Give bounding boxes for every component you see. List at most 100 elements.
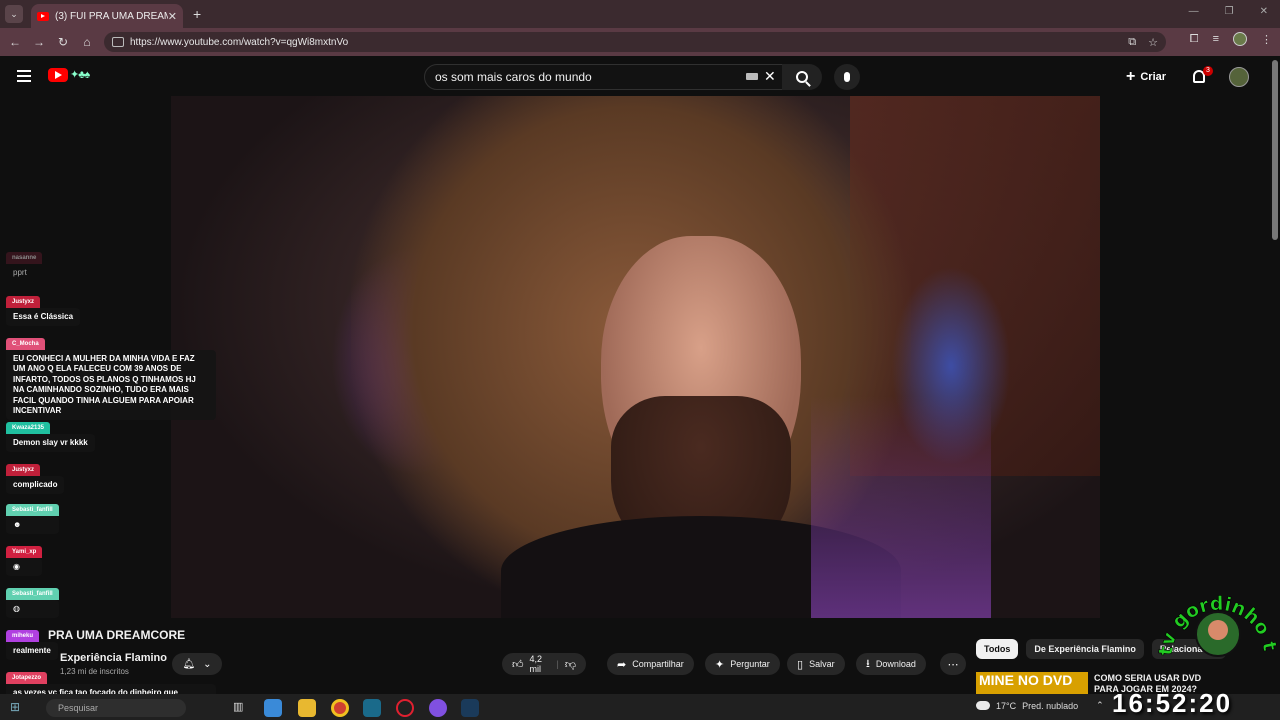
chat-text: pprt [13, 268, 27, 277]
plus-icon: + [1126, 68, 1136, 85]
youtube-favicon-icon [37, 11, 49, 21]
thumbs-down-icon[interactable]: 👎︎ [565, 658, 576, 671]
chat-username: Sebasti_fanfill [6, 504, 59, 516]
browser-tab-strip: ⌄ (3) FUI PRA UMA DREAMCORE ✕ + — ❐ ✕ [0, 0, 1280, 28]
ask-button[interactable]: ✦ Perguntar [705, 653, 780, 675]
sparkle-icon: ✦ [715, 658, 725, 671]
store-app-icon[interactable] [264, 699, 282, 717]
taskbar-search[interactable]: Pesquisar [46, 699, 186, 717]
save-label: Salvar [809, 659, 835, 669]
video-player[interactable] [171, 96, 1100, 618]
restore-icon[interactable]: ❐ [1225, 6, 1234, 17]
chat-text: Essa é Clássica [6, 308, 81, 327]
youtube-header: ✦♣♠ os som mais caros do mundo ✕ + Criar… [0, 56, 1280, 96]
bookmark-star-icon[interactable]: ☆ [1148, 36, 1158, 49]
share-icon: ➦ [617, 658, 627, 671]
back-icon[interactable]: ← [3, 35, 27, 49]
create-button[interactable]: + Criar [1126, 66, 1166, 88]
start-icon[interactable]: ⊞ [10, 700, 20, 714]
tab-youtube[interactable]: (3) FUI PRA UMA DREAMCORE ✕ [31, 4, 183, 28]
account-avatar[interactable] [1229, 67, 1249, 87]
search-button[interactable] [782, 64, 822, 90]
reload-icon[interactable]: ↻ [51, 35, 75, 49]
home-icon[interactable]: ⌂ [75, 35, 99, 49]
temperature: 17°C [996, 700, 1017, 711]
more-actions-button[interactable]: ⋯ [940, 653, 966, 675]
chat-username: miheku [6, 630, 40, 642]
tab-search-button[interactable]: ⌄ [5, 5, 23, 23]
tab-title: (3) FUI PRA UMA DREAMCORE [55, 10, 168, 22]
weather-condition: Pred. nublado [1022, 700, 1079, 711]
site-info-icon[interactable] [112, 37, 124, 47]
chat-message: C_Mocha EU CONHECI A MULHER DA MINHA VID… [6, 332, 216, 421]
download-label: Download [875, 659, 916, 669]
video-title: PRA UMA DREAMCORE [48, 628, 186, 642]
clear-search-icon[interactable]: ✕ [764, 68, 776, 85]
steam-icon[interactable] [461, 699, 479, 717]
search-query-text: os som mais caros do mundo [435, 70, 592, 84]
window-controls: — ❐ ✕ [1189, 6, 1268, 17]
download-button[interactable]: ⭳ Download [856, 653, 926, 675]
chat-emote: ☻ [6, 516, 59, 535]
like-button[interactable]: 👍︎ 4,2 mil | 👎︎ [502, 653, 586, 675]
extensions-icon[interactable]: ⧠ [1190, 33, 1199, 46]
channel-name[interactable]: Experiência Flamino [60, 652, 167, 664]
related-video-thumbnail[interactable]: MINE NO DVD [976, 672, 1088, 694]
file-explorer-icon[interactable] [298, 699, 316, 717]
forward-icon[interactable]: → [27, 35, 51, 49]
overlay-clock: 16:52:20 [1112, 688, 1233, 718]
chat-text: realmente [6, 642, 58, 661]
youtube-logo[interactable] [48, 68, 68, 82]
chip-all[interactable]: Todos [976, 639, 1019, 659]
chat-message: Justyxz Essa é Clássica [6, 290, 81, 327]
weather-widget[interactable]: 17°C Pred. nublado ⌃ [976, 700, 1104, 711]
ask-label: Perguntar [730, 659, 770, 669]
browser-toolbar: ← → ↻ ⌂ https://www.youtube.com/watch?v=… [0, 28, 1280, 56]
chat-username: Kwaza2135 [6, 422, 51, 434]
discord-icon[interactable] [429, 699, 447, 717]
chat-message: Sebasti_fanfill ☻ [6, 498, 59, 535]
chrome-icon[interactable] [331, 699, 349, 717]
bell-icon: 🔔︎ [182, 658, 196, 670]
channel-watermark-logo: tv gordinho tv gordinho [1158, 570, 1278, 657]
share-label: Compartilhar [632, 659, 684, 669]
minimize-icon[interactable]: — [1189, 6, 1199, 17]
subscriber-count: 1,23 mi de inscritos [60, 667, 129, 676]
chat-text: Demon slay vr kkkk [6, 434, 95, 453]
profile-avatar[interactable] [1233, 32, 1247, 46]
voice-search-button[interactable] [834, 64, 860, 90]
hamburger-menu-icon[interactable] [17, 70, 31, 82]
search-input[interactable]: os som mais caros do mundo [424, 64, 786, 90]
opera-icon[interactable] [396, 699, 414, 717]
chat-text: EU CONHECI A MULHER DA MINHA VIDA E FAZ … [6, 350, 216, 421]
chat-username: Justyxz [6, 464, 41, 476]
task-view-icon[interactable]: ▥ [233, 700, 243, 713]
browser-menu-icon[interactable]: ⋮ [1261, 33, 1272, 46]
taskbar-search-label: Pesquisar [58, 703, 99, 713]
new-tab-button[interactable]: + [193, 6, 201, 22]
media-controls-icon[interactable]: ≡ [1213, 33, 1219, 45]
thumbs-up-icon: 👍︎ [512, 658, 524, 671]
video-purple-light [811, 396, 991, 618]
share-button[interactable]: ➦ Compartilhar [607, 653, 694, 675]
chat-username: C_Mocha [6, 338, 45, 350]
youtube-doodle-icon[interactable]: ✦♣♠ [70, 68, 90, 81]
subscribed-notifications-button[interactable]: 🔔︎ ⌄ [172, 653, 222, 675]
tab-close-icon[interactable]: ✕ [168, 10, 177, 23]
windows-taskbar: ⊞ Pesquisar ▥ 17°C Pred. nublado ⌃ [0, 694, 1280, 720]
save-icon: ▯ [797, 658, 804, 671]
chip-from-channel[interactable]: De Experiência Flamino [1026, 639, 1144, 659]
chat-emote: ◉ [6, 558, 43, 577]
cast-icon[interactable]: ⧉ [1128, 36, 1136, 49]
tray-chevron-up-icon[interactable]: ⌃ [1096, 700, 1104, 711]
chat-username: Jotapezzo [6, 672, 48, 684]
chat-message: Kwaza2135 Demon slay vr kkkk [6, 416, 95, 453]
notification-badge: 3 [1203, 66, 1213, 76]
app-icon[interactable] [363, 699, 381, 717]
address-bar[interactable]: https://www.youtube.com/watch?v=qgWi8mxt… [104, 32, 1166, 52]
keyboard-icon[interactable] [746, 73, 758, 80]
url-text: https://www.youtube.com/watch?v=qgWi8mxt… [130, 36, 349, 48]
close-window-icon[interactable]: ✕ [1260, 6, 1268, 17]
page-scrollbar[interactable] [1272, 60, 1278, 240]
save-button[interactable]: ▯ Salvar [787, 653, 845, 675]
